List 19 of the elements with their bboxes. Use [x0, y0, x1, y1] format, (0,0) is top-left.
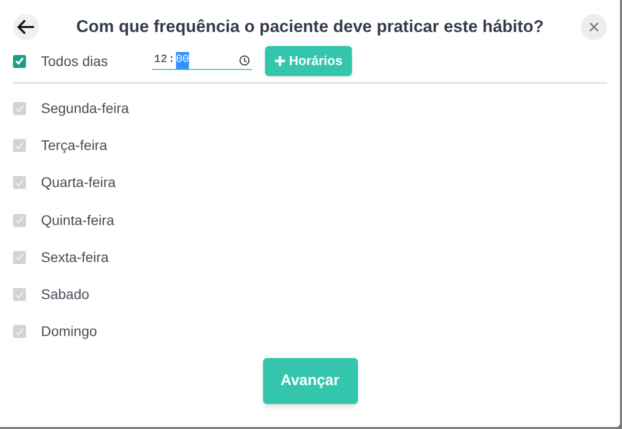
checkbox-label: Domingo	[41, 322, 98, 342]
checkbox-label: Quarta-feira	[41, 173, 116, 192]
checkbox-label: Todos dias	[41, 52, 109, 70]
back-arrow-icon	[17, 18, 35, 34]
next-button[interactable]: Avançar	[262, 358, 358, 404]
time-input[interactable]: 12:00	[152, 52, 252, 70]
add-times-button[interactable]: Horários	[265, 46, 352, 76]
checkbox-label: Segunda-feira	[41, 99, 129, 118]
dialog-title: Com que frequência o paciente deve praticar este hábito?	[75, 16, 545, 38]
close-icon	[589, 22, 599, 32]
back-button[interactable]	[13, 14, 39, 40]
clock-icon	[239, 55, 250, 66]
checkbox-label: Sabado	[41, 285, 90, 304]
checkbox-label: Quinta-feira	[41, 210, 114, 230]
close-button[interactable]	[581, 14, 607, 40]
checkbox[interactable]	[13, 54, 26, 68]
plus-icon	[275, 56, 285, 66]
checkbox-label: Terça-feira	[41, 136, 108, 156]
checkbox-label: Sexta-feira	[41, 248, 109, 267]
